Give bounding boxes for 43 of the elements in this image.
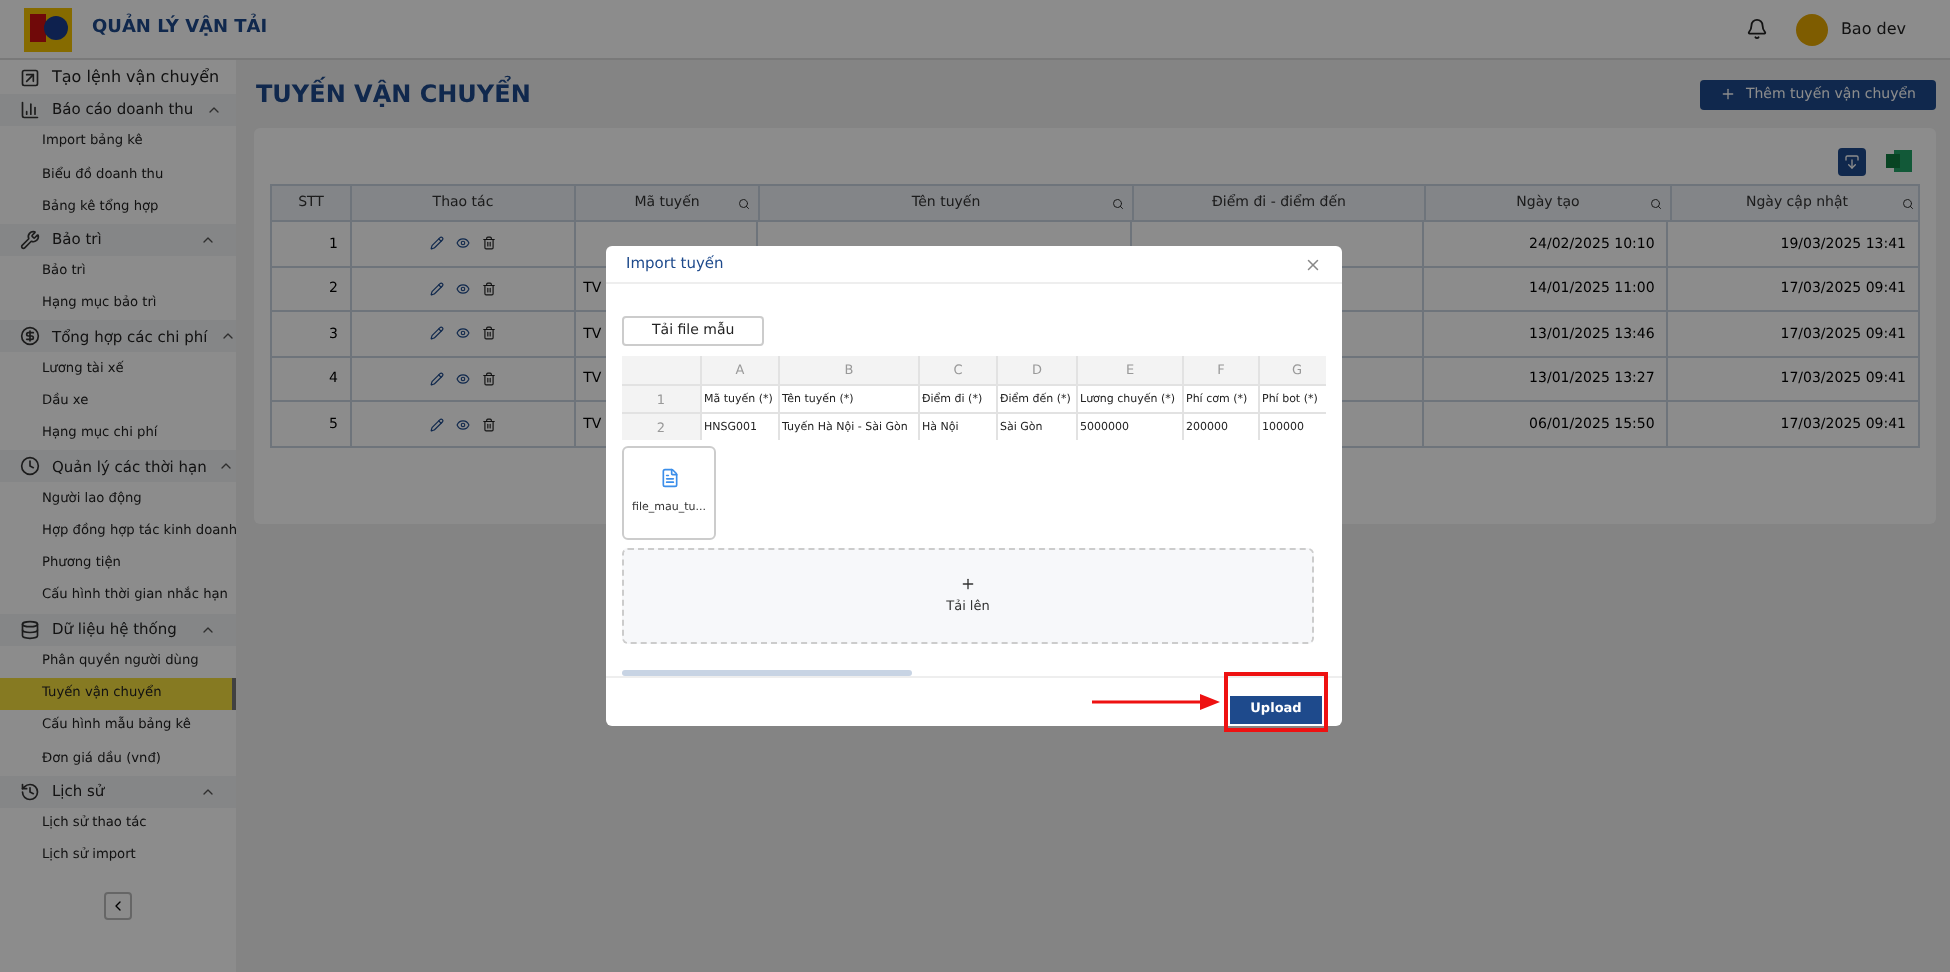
collapse-sidebar-button[interactable] (104, 892, 132, 921)
square-arrow-icon (20, 68, 40, 88)
search-icon[interactable] (738, 197, 750, 209)
delete-icon[interactable] (481, 372, 496, 387)
delete-icon[interactable] (481, 417, 496, 432)
view-icon[interactable] (455, 236, 470, 251)
dollar-icon (20, 326, 40, 347)
history-icon (20, 781, 40, 802)
download-icon (1844, 154, 1860, 170)
delete-icon[interactable] (481, 326, 496, 341)
edit-icon[interactable] (429, 372, 444, 387)
search-icon[interactable] (1112, 197, 1124, 209)
plus-icon (1719, 86, 1736, 102)
user-name: Bao dev (1840, 17, 1906, 41)
caret-icon (110, 898, 126, 915)
view-icon[interactable] (455, 281, 470, 296)
spreadsheet-export-icon[interactable] (1886, 148, 1912, 174)
search-icon[interactable] (1902, 197, 1914, 209)
logo-icon (24, 7, 72, 51)
edit-icon[interactable] (429, 281, 444, 296)
edit-icon[interactable] (429, 417, 444, 432)
horizontal-scrollbar[interactable] (622, 670, 912, 676)
database-icon (20, 619, 40, 640)
clock-icon (20, 456, 40, 477)
arrow-icon (1092, 694, 1220, 710)
wrench-icon (20, 229, 40, 250)
bar-chart-icon (20, 100, 40, 120)
app-title: QUẢN LÝ VẬN TẢI (92, 15, 268, 42)
delete-icon[interactable] (481, 281, 496, 296)
view-icon[interactable] (455, 372, 470, 387)
sidebar-link[interactable]: Tạo lệnh vận chuyển (52, 66, 220, 90)
file-icon (659, 468, 679, 489)
download-button[interactable] (1838, 148, 1866, 176)
close-icon[interactable] (1304, 255, 1322, 273)
plus-icon (960, 575, 976, 592)
edit-icon[interactable] (429, 236, 444, 251)
page-title: TUYẾN VẬN CHUYỂN (254, 76, 531, 112)
view-icon[interactable] (455, 326, 470, 341)
search-icon[interactable] (1650, 197, 1662, 209)
view-icon[interactable] (455, 417, 470, 432)
delete-icon[interactable] (481, 236, 496, 251)
edit-icon[interactable] (429, 326, 444, 341)
notification-bell-icon[interactable] (1746, 18, 1769, 40)
